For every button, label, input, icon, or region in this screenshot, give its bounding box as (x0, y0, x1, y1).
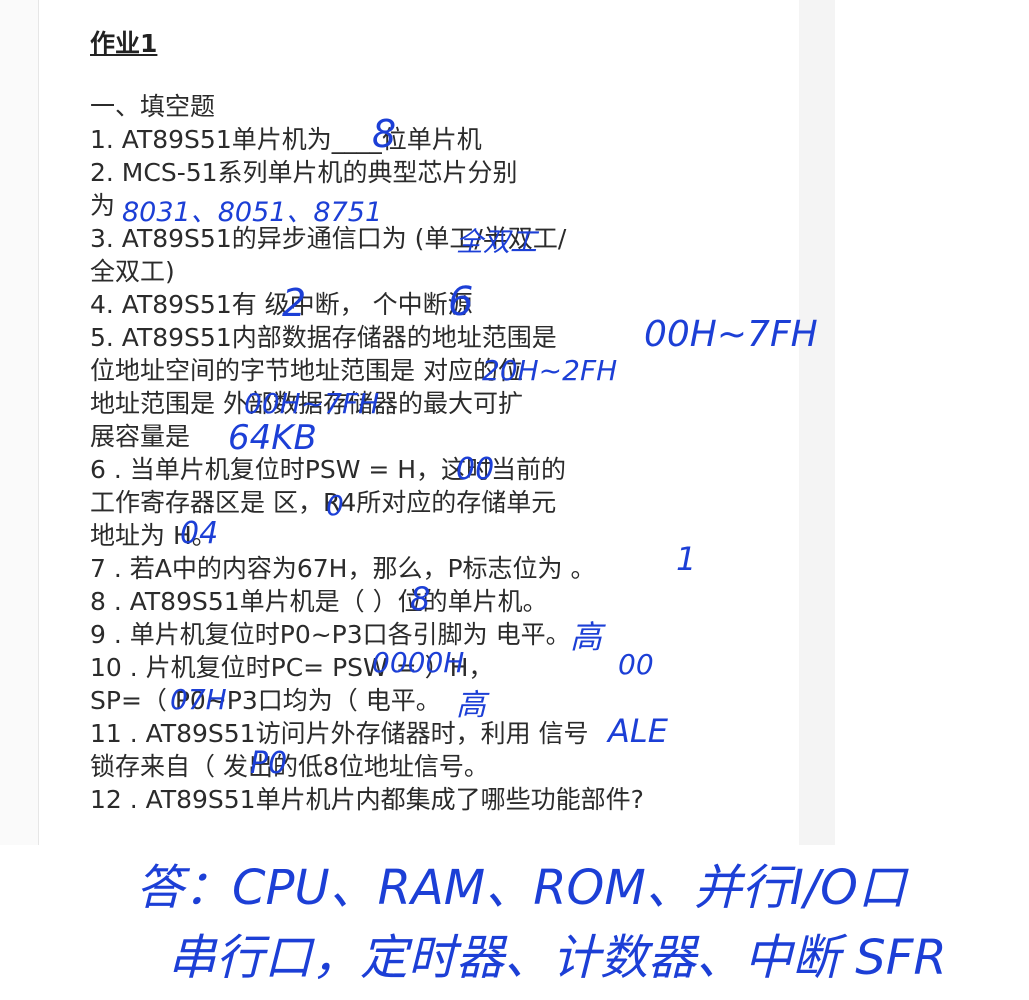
left-margin (0, 0, 38, 845)
page-title: 作业1 (90, 29, 158, 58)
hw-answer-q6a: 00 (456, 452, 495, 487)
question-1: 1. AT89S51单片机为____位单片机 (90, 125, 482, 154)
section-heading: 一、填空题 (90, 92, 216, 121)
hw-answer-q4a: 2 (282, 281, 307, 325)
question-2: 2. MCS-51系列单片机的典型芯片分别 (90, 158, 518, 187)
hw-answer-q11b: P0 (250, 746, 288, 781)
hw-answer-q3: 全双工 (456, 227, 537, 258)
hw-answer-q4b: 6 (448, 279, 474, 325)
hw-answer-q2: 8031、8051、8751 (122, 197, 383, 228)
hw-answer-q12-line2: 串行口，定时器、计数器、中断 SFR (168, 930, 947, 986)
hw-answer-q1: 8 (372, 112, 397, 156)
hw-answer-q5b: 20H~2FH (482, 354, 618, 387)
hw-answer-q6b: 0 (326, 489, 344, 522)
question-2-cont: 为 (90, 191, 116, 220)
question-6-cont1: 工作寄存器区是 区，R4所对应的存储单元 (90, 488, 557, 517)
hw-answer-q5d: 64KB (228, 418, 317, 458)
hw-answer-q10a: 0000H (372, 646, 465, 679)
hw-answer-q6c: 04 (180, 516, 219, 551)
hw-answer-q10d: 高 (456, 688, 486, 723)
question-12: 12 . AT89S51单片机片内都集成了哪些功能部件? (90, 785, 644, 814)
question-3-cont: 全双工) (90, 257, 175, 286)
question-5: 5. AT89S51内部数据存储器的地址范围是 (90, 323, 557, 352)
hw-answer-q7: 1 (676, 540, 697, 578)
hw-answer-q10b: 00 (618, 648, 654, 681)
hw-answer-q11a: ALE (608, 712, 668, 750)
hw-answer-q5a: 00H~7FH (644, 314, 818, 355)
hw-answer-q5c: 00H~7FH (244, 387, 380, 420)
question-9: 9 . 单片机复位时P0~P3口各引脚为 电平。 (90, 620, 571, 649)
question-6: 6 . 当单片机复位时PSW = H，这时当前的 (90, 455, 567, 484)
hw-answer-q9: 高 (570, 618, 603, 656)
question-8: 8 . AT89S51单片机是（ ）位的单片机。 (90, 587, 548, 616)
question-7: 7 . 若A中的内容为67H，那么，P标志位为 。 (90, 554, 596, 583)
question-5-cont1: 位地址空间的字节地址范围是 对应的位 (90, 356, 523, 385)
hw-answer-q8: 8 (410, 580, 431, 618)
hw-answer-q10c: 07H (170, 683, 227, 716)
question-10-cont: SP=（ P0~P3口均为（ 电平。 (90, 686, 441, 715)
question-5-cont3: 展容量是 (90, 422, 191, 451)
question-11: 11 . AT89S51访问片外存储器时，利用 信号 (90, 719, 589, 748)
right-margin (799, 0, 835, 845)
question-11-cont: 锁存来自（ 发出的低8位地址信号。 (90, 752, 489, 781)
hw-answer-q12-line1: 答：CPU、RAM、ROM、并行I/O口 (136, 860, 906, 916)
